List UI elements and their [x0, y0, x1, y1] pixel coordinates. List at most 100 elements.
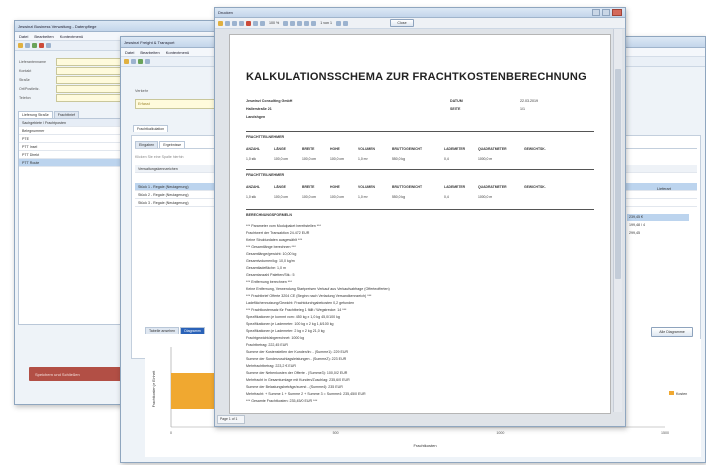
lieferart-toggle[interactable]: Lieferart	[657, 187, 671, 191]
col-header: QUADRATMETER	[478, 185, 507, 189]
calc-line: Frachtwert der Transaktion 24.472 EUR	[246, 231, 310, 235]
new-icon[interactable]	[18, 43, 23, 48]
tab-inputs[interactable]: Eingaben	[135, 141, 159, 148]
calc-line: Gesamtanzahl Paletten/Stk.: 5	[246, 273, 295, 277]
tab-results[interactable]: Ergebnisse	[159, 141, 186, 148]
cell: 1,0 m³	[358, 157, 368, 161]
calc-line: Mehrfracht in Gesamtumlage mit Kunden/Zu…	[246, 378, 350, 382]
page-nav[interactable]: 1 von 1	[320, 21, 332, 25]
chart-ylabel: Frachtkosten je Einheit	[152, 371, 156, 408]
calc-line: Summe der Belastungsbeträge/zuerst - (Su…	[246, 385, 343, 389]
table-header: ANZAHL LÄNGE BREITE HÖHE VOLUMEN BRUTTOG…	[246, 185, 564, 189]
preview-toolbar: 100 % 1 von 1 Close	[215, 18, 625, 29]
col-header: BREITE	[302, 147, 315, 151]
calc-line: *** Parameter vom Modulpaket bereitstell…	[246, 224, 321, 228]
maximize-icon[interactable]	[602, 9, 610, 16]
calc-line: Frachtbetrag: 222,45 EUR	[246, 343, 288, 347]
cell: 100,0 cm	[302, 157, 316, 161]
scroll-thumb[interactable]	[615, 69, 621, 279]
calc-line: *** Frachtkostensatz für Frachtbeleg 1 f…	[246, 308, 347, 312]
col-header: GEWICHTSK.	[524, 185, 546, 189]
tab-delivery[interactable]: Lieferung Straße	[18, 111, 53, 118]
legend-swatch	[669, 391, 674, 395]
page-label: SEITE	[450, 107, 461, 111]
col-header: QUADRATMETER	[478, 147, 507, 151]
prev-page-icon[interactable]	[311, 20, 317, 26]
tab-diagram[interactable]: Diagramm	[180, 327, 205, 334]
zoom-level[interactable]: 100 %	[269, 21, 279, 25]
divider	[246, 131, 594, 132]
cell: 0,4	[444, 157, 449, 161]
col-header: ANZAHL	[246, 185, 260, 189]
first-page-icon[interactable]	[304, 20, 310, 26]
menu-edit[interactable]: Bearbeiten	[140, 50, 159, 55]
minimize-icon[interactable]	[592, 9, 600, 16]
table-header: ANZAHL LÄNGE BREITE HÖHE VOLUMEN BRUTTOG…	[246, 147, 564, 151]
cell: 100,0 cm	[302, 195, 316, 199]
menu-file[interactable]: Datei	[125, 50, 134, 55]
zoom-icon[interactable]	[260, 20, 265, 26]
col-header: BREITE	[302, 185, 315, 189]
menu-edit[interactable]: Bearbeiten	[34, 34, 53, 39]
menu-context[interactable]: Kontextmenü	[166, 50, 190, 55]
verkehr-label: Verkehr	[135, 89, 149, 93]
tab-freight-calc[interactable]: Frachtkalkulation	[133, 125, 169, 132]
cell: 1,0 stk	[246, 157, 256, 161]
calculation-lines: *** Parameter vom Modulpaket bereitstell…	[246, 223, 586, 405]
next-page-icon[interactable]	[336, 20, 341, 26]
col-header: LÄNGE	[274, 185, 286, 189]
menu-file[interactable]: Datei	[19, 34, 28, 39]
cell: 1,0 m³	[358, 195, 368, 199]
calc-line: *** Gesamte Frachtkosten: 235,45/0 EUR *…	[246, 399, 318, 403]
ok-icon[interactable]	[32, 43, 37, 48]
cell: 1000,0 m	[478, 157, 493, 161]
single-page-icon[interactable]	[283, 20, 289, 26]
cell: 1000,0 m	[478, 195, 493, 199]
all-charts-button[interactable]: Alle Diagramme	[651, 327, 693, 337]
calc-line: Summe der Nebenkosten der Offerte - (Sum…	[246, 371, 348, 375]
calc-line: Mehrfrachtbetrag: 223,2 € EUR	[246, 364, 296, 368]
close-icon[interactable]	[612, 9, 622, 16]
main-window-title: Jeswinzi Business Verwaltung - Datenpfle…	[18, 23, 97, 29]
delete-icon[interactable]	[39, 43, 44, 48]
tab-table-view[interactable]: Tabelle ansehen	[145, 327, 180, 334]
col-header: VOLUMEN	[358, 185, 375, 189]
print-setup-icon[interactable]	[239, 20, 244, 26]
save-icon[interactable]	[225, 20, 230, 26]
print-icon[interactable]	[145, 59, 150, 64]
section-heading: FRACHTTEILNEHMER	[246, 135, 285, 139]
tab-waybill[interactable]: Frachtbrief	[53, 111, 79, 118]
divider	[246, 169, 594, 170]
calc-line: *** Entfernung berechnen ***	[246, 280, 292, 284]
preview-scrollbar[interactable]	[613, 29, 622, 412]
field-label: Kontakt	[19, 68, 32, 73]
open-icon[interactable]	[218, 20, 223, 26]
report-page: KALKULATIONSSCHEMA ZUR FRACHTKOSTENBEREC…	[229, 34, 611, 414]
col-header: HÖHE	[330, 147, 340, 151]
calc-line: Gesamtladefläche: 1,0 m	[246, 266, 286, 270]
two-page-icon[interactable]	[290, 20, 296, 26]
close-button[interactable]: Close	[390, 19, 414, 27]
col-header: GEWICHTSK.	[524, 147, 546, 151]
company-street: Hallerstraße 21	[246, 107, 272, 111]
calc-line: Spezifikationen je kommt vom: 450 kg x 1…	[246, 315, 340, 319]
preview-titlebar[interactable]: Drucken	[215, 8, 625, 18]
print-icon[interactable]	[232, 20, 237, 26]
print-icon[interactable]	[46, 43, 51, 48]
col-header: BRUTTOGEWICHT	[392, 185, 423, 189]
save-icon[interactable]	[25, 43, 30, 48]
export-pdf-icon[interactable]	[246, 20, 251, 26]
date-label: DATUM	[450, 99, 463, 103]
x-tick-label: 1500	[661, 431, 669, 435]
save-icon[interactable]	[131, 59, 136, 64]
new-icon[interactable]	[124, 59, 129, 64]
calc-line: *** Gesamtlänge berechnen ***	[246, 245, 296, 249]
calc-line: *** Frachtbrief Offerte 3204 CE (Beginn …	[246, 294, 372, 298]
search-icon[interactable]	[253, 20, 258, 26]
last-page-icon[interactable]	[343, 20, 348, 26]
cell: 100,0 cm	[330, 157, 344, 161]
menu-context[interactable]: Kontextmenü	[60, 34, 84, 39]
ok-icon[interactable]	[138, 59, 143, 64]
multi-page-icon[interactable]	[297, 20, 303, 26]
calc-line: Gesamtlänge/gewicht: 10,00 kg	[246, 252, 297, 256]
